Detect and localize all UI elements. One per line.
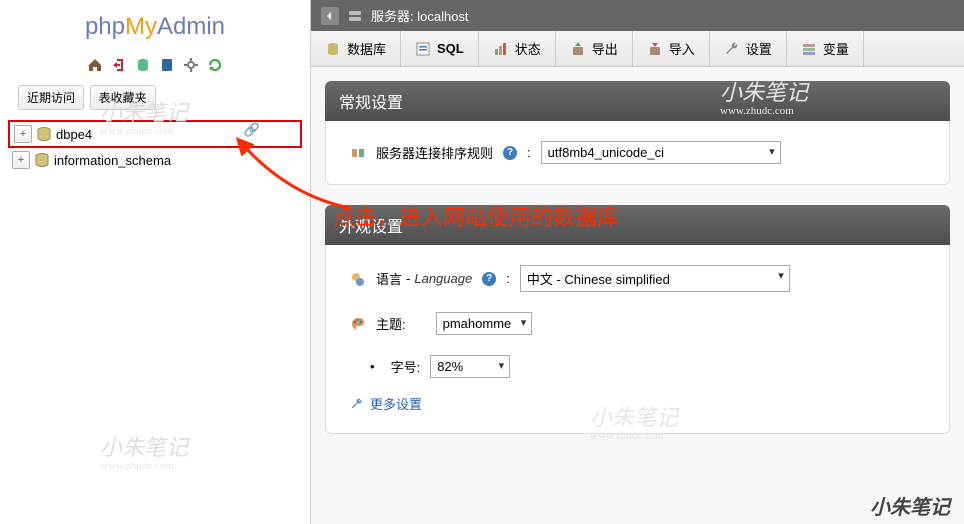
tab-import[interactable]: 导入 (633, 31, 710, 66)
variables-icon (801, 41, 817, 57)
home-icon[interactable] (85, 55, 105, 75)
link-icon: 🔗 (244, 122, 260, 138)
collation-label: 服务器连接排序规则 (376, 143, 493, 162)
server-label: 服务器: localhost (371, 6, 469, 25)
database-label: information_schema (54, 153, 171, 168)
tab-variables[interactable]: 变量 (787, 31, 864, 66)
database-icon (325, 41, 341, 57)
reload-icon[interactable] (205, 55, 225, 75)
database-item-information-schema[interactable]: + information_schema (8, 148, 302, 172)
phpmyadmin-logo: phpMyAdmin (0, 8, 310, 51)
wrench-icon (350, 397, 364, 411)
back-icon[interactable] (321, 7, 339, 25)
language-select[interactable]: 中文 - Chinese simplified (520, 265, 790, 292)
theme-select[interactable]: pmahomme (436, 312, 533, 335)
fontsize-select[interactable]: 82% (430, 355, 510, 378)
tab-settings[interactable]: 设置 (710, 31, 787, 66)
panel-title: 外观设置 (325, 205, 950, 245)
help-icon[interactable]: ? (503, 146, 517, 160)
sidebar-icon-row (0, 51, 310, 79)
expand-icon[interactable]: + (14, 125, 32, 143)
panel-title: 常规设置 (325, 81, 950, 121)
database-icon (36, 127, 52, 141)
tab-export[interactable]: 导出 (556, 31, 633, 66)
export-icon (570, 41, 586, 57)
settings-icon[interactable] (181, 55, 201, 75)
more-settings-link[interactable]: 更多设置 (350, 394, 925, 413)
server-icon (347, 8, 363, 24)
database-tree: + dbpe4 + information_schema (0, 116, 310, 176)
favorites-tab[interactable]: 表收藏夹 (90, 85, 156, 110)
tab-database[interactable]: 数据库 (311, 31, 401, 66)
sql-icon[interactable] (133, 55, 153, 75)
theme-label: 主题: (376, 314, 406, 333)
database-label: dbpe4 (56, 127, 92, 142)
panel-general: 常规设置 服务器连接排序规则 ? : utf8mb4_unicode_ci (325, 81, 950, 185)
expand-icon[interactable]: + (12, 151, 30, 169)
topbar: 服务器: localhost (311, 0, 964, 31)
panel-appearance: 外观设置 语言 - Language ? : 中文 - Chinese simp… (325, 205, 950, 434)
collation-icon (350, 145, 366, 161)
toolbar: 数据库 SQL 状态 导出 导入 设置 变量 (311, 31, 964, 67)
sql-icon (415, 41, 431, 57)
language-icon (350, 271, 366, 287)
wrench-icon (724, 41, 740, 57)
language-label: 语言 - Language (376, 269, 472, 288)
collation-select[interactable]: utf8mb4_unicode_ci (541, 141, 781, 164)
import-icon (647, 41, 663, 57)
tab-status[interactable]: 状态 (479, 31, 556, 66)
fontsize-label: 字号: (391, 357, 421, 376)
logout-icon[interactable] (109, 55, 129, 75)
tab-sql[interactable]: SQL (401, 31, 479, 66)
status-icon (493, 41, 509, 57)
theme-icon (350, 316, 366, 332)
database-icon (34, 153, 50, 167)
recent-tab[interactable]: 近期访问 (18, 85, 84, 110)
docs-icon[interactable] (157, 55, 177, 75)
help-icon[interactable]: ? (482, 272, 496, 286)
